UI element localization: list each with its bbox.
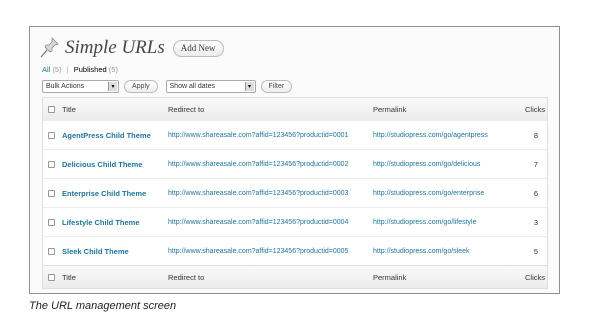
row-permalink[interactable]: http://studiopress.com/go/enterprise — [373, 179, 484, 207]
table-toolbar: Bulk Actions ▾ Apply Show all dates ▾ Fi… — [42, 80, 293, 93]
row-checkbox[interactable] — [48, 160, 55, 168]
table-row: Enterprise Child Theme http://www.sharea… — [43, 178, 547, 207]
table-row: Lifestyle Child Theme http://www.shareas… — [43, 207, 547, 236]
row-clicks: 3 — [533, 217, 539, 227]
row-redirect-url[interactable]: http://www.shareasale.com?affid=123456?p… — [168, 208, 348, 236]
dates-select[interactable]: Show all dates ▾ — [165, 80, 256, 93]
row-clicks: 6 — [533, 188, 539, 198]
apply-button[interactable]: Apply — [124, 80, 158, 93]
bulk-actions-value: Bulk Actions — [46, 83, 85, 90]
bulk-actions-select[interactable]: Bulk Actions ▾ — [42, 80, 119, 93]
filter-button[interactable]: Filter — [260, 80, 293, 93]
filter-published-count: (5) — [108, 65, 118, 74]
add-new-button[interactable]: Add New — [172, 39, 224, 57]
column-header-redirect: Redirect to — [168, 104, 205, 114]
select-all-checkbox[interactable] — [48, 273, 55, 281]
row-redirect-url[interactable]: http://www.shareasale.com?affid=123456?p… — [168, 150, 348, 178]
page-header: Simple URLs Add New — [40, 35, 224, 61]
row-title-link[interactable]: Sleek Child Theme — [62, 237, 129, 265]
screenshot-frame: Simple URLs Add New All (5) | Published … — [29, 26, 560, 294]
filter-all-link[interactable]: All — [42, 65, 50, 74]
row-title-link[interactable]: Lifestyle Child Theme — [62, 208, 140, 236]
column-footer-permalink: Permalink — [373, 272, 407, 282]
row-title-link[interactable]: AgentPress Child Theme — [62, 121, 151, 149]
figure-caption: The URL management screen — [29, 300, 177, 312]
row-checkbox[interactable] — [48, 218, 55, 226]
urls-table: Title Redirect to Permalink Clicks Agent… — [42, 97, 548, 289]
column-footer-clicks[interactable]: Clicks — [525, 266, 545, 288]
table-row: AgentPress Child Theme http://www.sharea… — [43, 120, 547, 149]
row-clicks: 8 — [533, 130, 539, 140]
row-redirect-url[interactable]: http://www.shareasale.com?affid=123456?p… — [168, 237, 348, 265]
table-footer: Title Redirect to Permalink Clicks — [43, 265, 547, 288]
table-row: Delicious Child Theme http://www.shareas… — [43, 149, 547, 178]
select-all-checkbox-cell — [48, 98, 55, 120]
filter-published-link[interactable]: Published — [74, 65, 107, 74]
row-clicks: 5 — [533, 246, 539, 256]
table-header: Title Redirect to Permalink Clicks — [43, 98, 547, 120]
pushpin-icon — [40, 37, 60, 59]
row-title-link[interactable]: Enterprise Child Theme — [62, 179, 146, 207]
column-header-title[interactable]: Title — [62, 98, 76, 120]
dropdown-arrow-icon: ▾ — [244, 82, 254, 91]
row-clicks: 7 — [533, 159, 539, 169]
table-row: Sleek Child Theme http://www.shareasale.… — [43, 236, 547, 265]
row-title-link[interactable]: Delicious Child Theme — [62, 150, 142, 178]
column-footer-title[interactable]: Title — [62, 266, 76, 288]
row-checkbox[interactable] — [48, 189, 55, 197]
page-title: Simple URLs — [65, 37, 165, 58]
row-permalink[interactable]: http://studiopress.com/go/sleek — [373, 237, 470, 265]
row-checkbox[interactable] — [48, 247, 55, 255]
select-all-checkbox-cell — [48, 266, 55, 288]
column-header-permalink: Permalink — [373, 104, 407, 114]
filter-all-count: (5) — [52, 65, 62, 74]
select-all-checkbox[interactable] — [48, 105, 55, 113]
filter-separator: | — [66, 65, 69, 74]
row-permalink[interactable]: http://studiopress.com/go/agentpress — [373, 121, 488, 149]
row-permalink[interactable]: http://studiopress.com/go/delicious — [373, 150, 480, 178]
row-redirect-url[interactable]: http://www.shareasale.com?affid=123456?p… — [168, 121, 348, 149]
row-permalink[interactable]: http://studiopress.com/go/lifestyle — [373, 208, 477, 236]
dropdown-arrow-icon: ▾ — [108, 82, 117, 91]
dates-value: Show all dates — [169, 83, 216, 90]
column-footer-redirect: Redirect to — [168, 272, 205, 282]
column-header-clicks[interactable]: Clicks — [525, 98, 545, 120]
row-redirect-url[interactable]: http://www.shareasale.com?affid=123456?p… — [168, 179, 348, 207]
status-filters: All (5) | Published (5) — [42, 65, 118, 74]
row-checkbox[interactable] — [48, 131, 55, 139]
